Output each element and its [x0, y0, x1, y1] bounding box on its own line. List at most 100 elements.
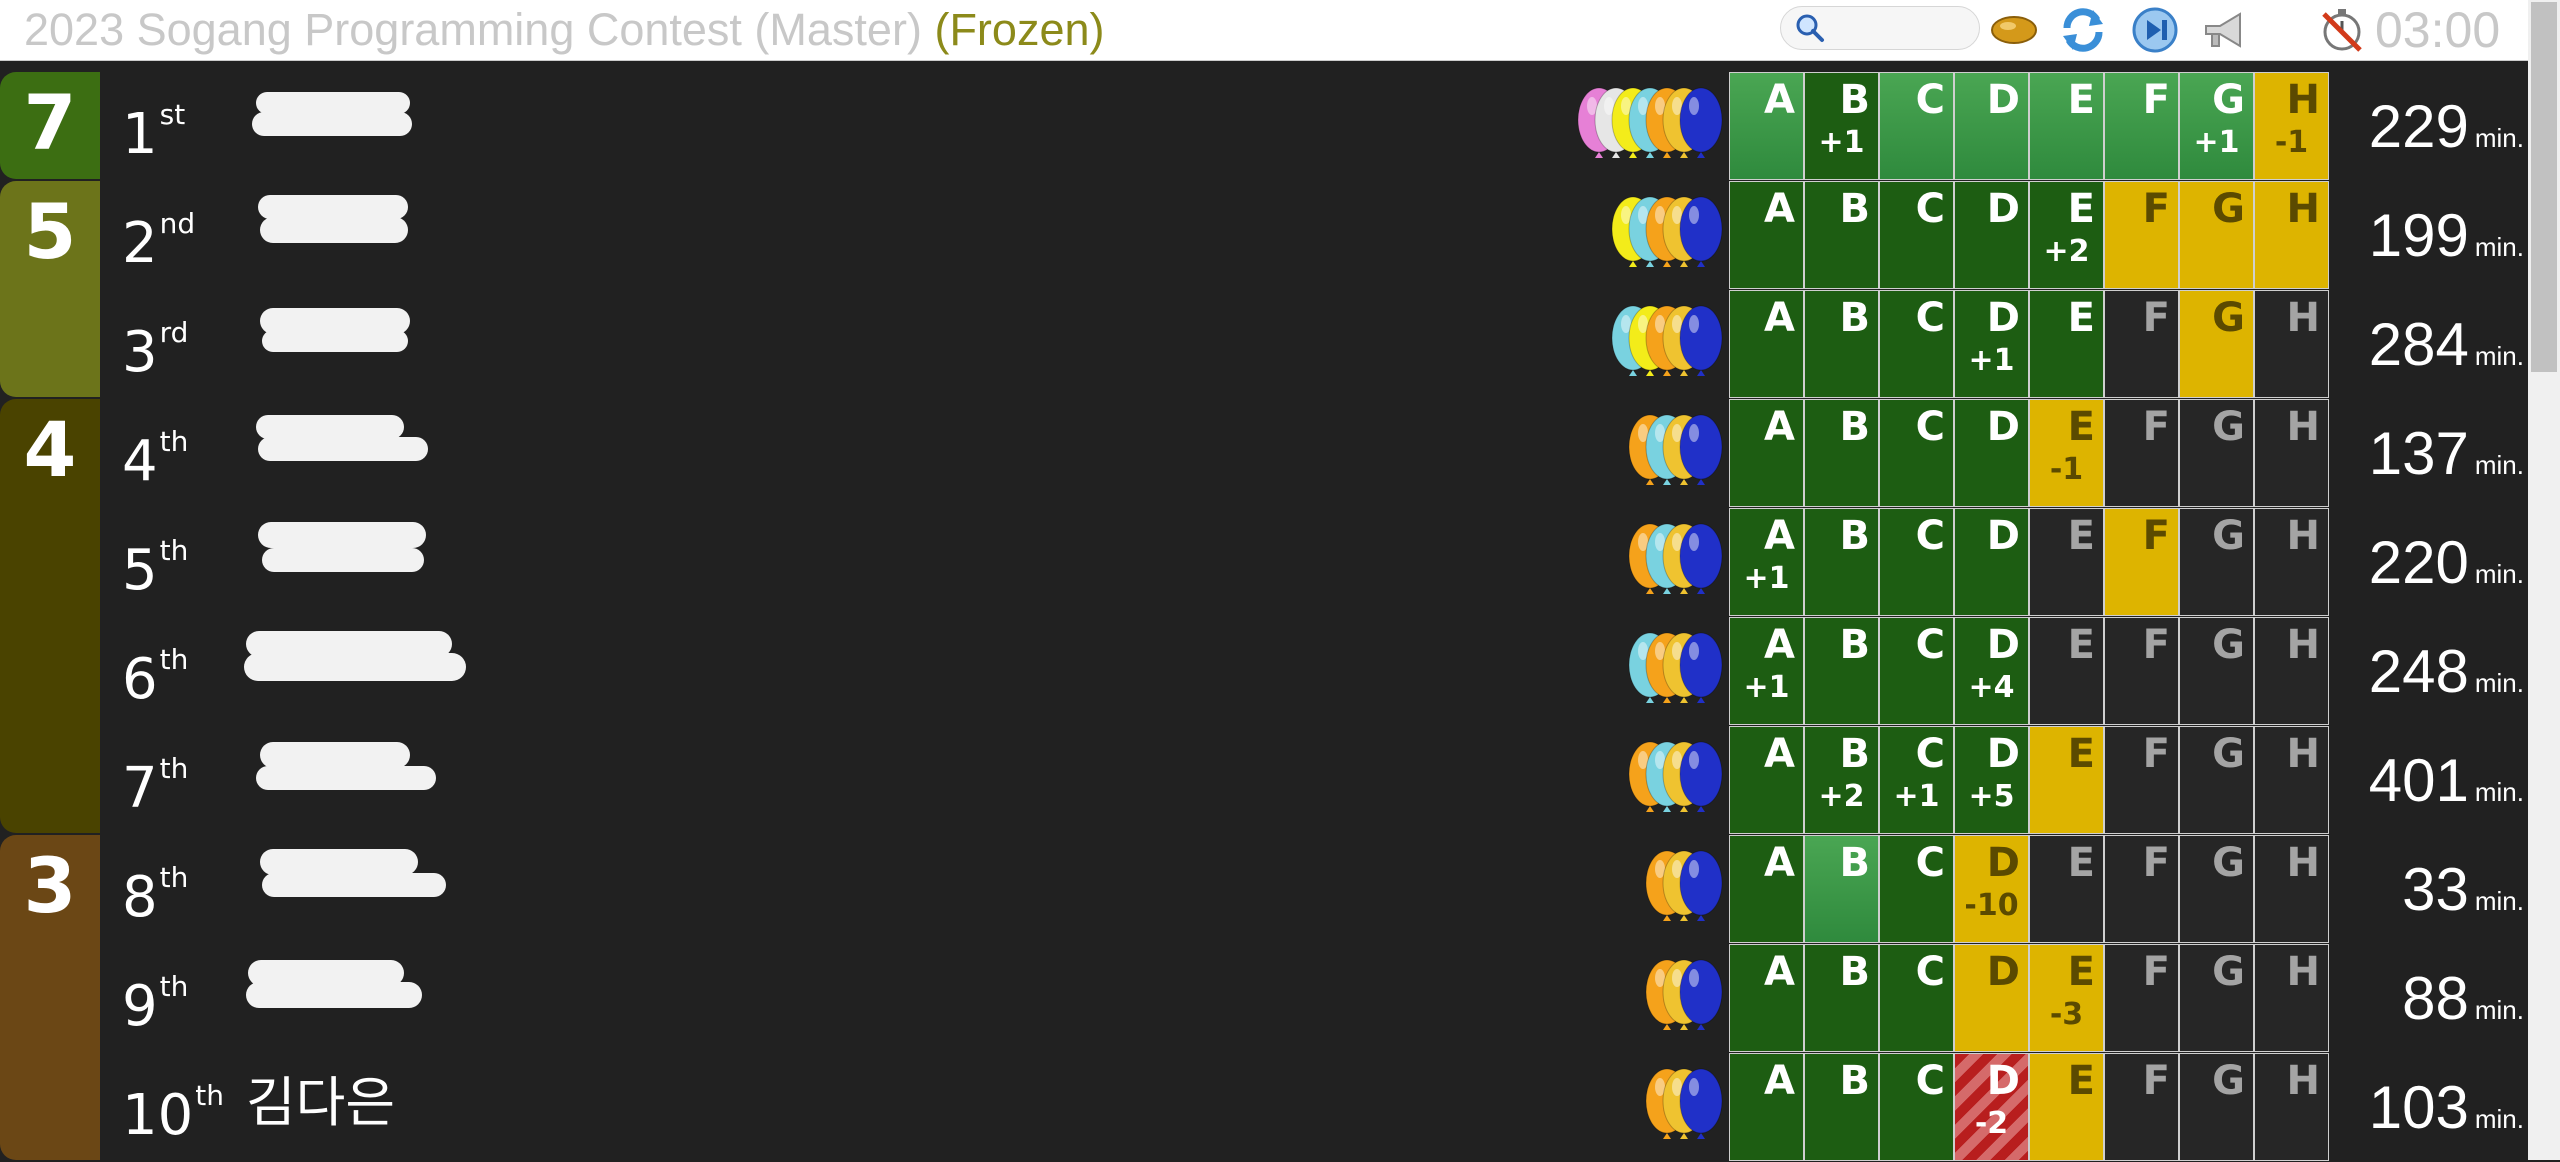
- problem-cell-d[interactable]: D: [1954, 181, 2029, 289]
- problem-cell-d[interactable]: D: [1954, 944, 2029, 1052]
- problem-cell-a[interactable]: A +1: [1729, 617, 1804, 725]
- problem-cell-b[interactable]: B: [1804, 508, 1879, 616]
- problem-cell-f[interactable]: F: [2104, 944, 2179, 1052]
- problem-cell-e[interactable]: E: [2029, 617, 2104, 725]
- problem-cell-f[interactable]: F: [2104, 399, 2179, 507]
- team-row[interactable]: 10th 김다은 A B C D -2 E F G H 103 min.: [0, 1053, 2528, 1162]
- problem-cell-c[interactable]: C: [1879, 399, 1954, 507]
- problem-cell-f[interactable]: F: [2104, 181, 2179, 289]
- problem-cell-b[interactable]: B +2: [1804, 726, 1879, 834]
- problem-cell-a[interactable]: A: [1729, 835, 1804, 943]
- problem-cell-c[interactable]: C: [1879, 944, 1954, 1052]
- team-row[interactable]: 8th A B C D -10 E F G H 33 min.: [0, 835, 2528, 944]
- problem-cell-d[interactable]: D: [1954, 399, 2029, 507]
- problem-cell-f[interactable]: F: [2104, 617, 2179, 725]
- problem-cell-a[interactable]: A: [1729, 399, 1804, 507]
- problem-cell-e[interactable]: E: [2029, 508, 2104, 616]
- problem-cell-h[interactable]: H: [2254, 508, 2329, 616]
- problem-cell-c[interactable]: C: [1879, 72, 1954, 180]
- problem-cell-g[interactable]: G: [2179, 399, 2254, 507]
- problem-cell-a[interactable]: A +1: [1729, 508, 1804, 616]
- problem-cell-h[interactable]: H: [2254, 290, 2329, 398]
- problem-cell-e[interactable]: E: [2029, 726, 2104, 834]
- team-row[interactable]: 3rd A B C D +1 E F G H 284 min.: [0, 290, 2528, 399]
- problem-cell-e[interactable]: E: [2029, 72, 2104, 180]
- problem-cell-a[interactable]: A: [1729, 181, 1804, 289]
- team-row[interactable]: 7th A B +2 C +1 D +5 E F G H 401 min.: [0, 726, 2528, 835]
- problem-cell-g[interactable]: G: [2179, 181, 2254, 289]
- problem-cell-b[interactable]: B +1: [1804, 72, 1879, 180]
- problem-letter: C: [1915, 186, 1945, 232]
- problem-cell-c[interactable]: C: [1879, 1053, 1954, 1161]
- problem-cell-f[interactable]: F: [2104, 290, 2179, 398]
- problem-cell-g[interactable]: G: [2179, 835, 2254, 943]
- problem-cell-f[interactable]: F: [2104, 1053, 2179, 1161]
- refresh-icon[interactable]: [2059, 6, 2107, 54]
- problem-cell-f[interactable]: F: [2104, 835, 2179, 943]
- team-row[interactable]: 4th A B C D E -1 F G H 137 min.: [0, 399, 2528, 508]
- problem-cell-b[interactable]: B: [1804, 835, 1879, 943]
- team-row[interactable]: 2nd A B C D E +2 F G H 199 min.: [0, 181, 2528, 290]
- problem-cell-h[interactable]: H: [2254, 1053, 2329, 1161]
- problem-cell-h[interactable]: H: [2254, 617, 2329, 725]
- search-input[interactable]: [1780, 6, 1980, 50]
- problem-cell-g[interactable]: G: [2179, 1053, 2254, 1161]
- problem-cell-a[interactable]: A: [1729, 726, 1804, 834]
- problem-cell-g[interactable]: G: [2179, 617, 2254, 725]
- skip-forward-icon[interactable]: [2131, 6, 2179, 54]
- team-row[interactable]: 5th A +1 B C D E F G H 220 min.: [0, 508, 2528, 617]
- problem-cell-a[interactable]: A: [1729, 1053, 1804, 1161]
- redacted-team-name: [244, 653, 466, 681]
- problem-cell-c[interactable]: C: [1879, 508, 1954, 616]
- problem-cell-h[interactable]: H: [2254, 944, 2329, 1052]
- problem-cell-c[interactable]: C: [1879, 617, 1954, 725]
- problem-cell-d[interactable]: D: [1954, 72, 2029, 180]
- problem-cell-c[interactable]: C +1: [1879, 726, 1954, 834]
- problem-cell-h[interactable]: H: [2254, 835, 2329, 943]
- problem-cell-e[interactable]: E -1: [2029, 399, 2104, 507]
- problem-cell-c[interactable]: C: [1879, 290, 1954, 398]
- problem-cell-c[interactable]: C: [1879, 835, 1954, 943]
- problem-cell-g[interactable]: G: [2179, 944, 2254, 1052]
- problem-cell-e[interactable]: E +2: [2029, 181, 2104, 289]
- problem-cell-b[interactable]: B: [1804, 181, 1879, 289]
- problem-cell-h[interactable]: H -1: [2254, 72, 2329, 180]
- team-row[interactable]: 9th A B C D E -3 F G H 88 min.: [0, 944, 2528, 1053]
- problem-cell-d[interactable]: D: [1954, 508, 2029, 616]
- problem-cell-d[interactable]: D +4: [1954, 617, 2029, 725]
- problem-cell-d[interactable]: D -2: [1954, 1053, 2029, 1161]
- problem-cell-a[interactable]: A: [1729, 290, 1804, 398]
- problem-cell-g[interactable]: G: [2179, 508, 2254, 616]
- megaphone-icon[interactable]: [2200, 6, 2248, 54]
- problem-cell-d[interactable]: D +5: [1954, 726, 2029, 834]
- team-row[interactable]: 1st A B +1 C D E F G +1 H -1 229 min.: [0, 72, 2528, 181]
- balloon-icon[interactable]: [1990, 6, 2038, 54]
- problem-letter: F: [2142, 295, 2170, 341]
- problem-cell-a[interactable]: A: [1729, 944, 1804, 1052]
- problem-cell-h[interactable]: H: [2254, 181, 2329, 289]
- problem-cell-b[interactable]: B: [1804, 944, 1879, 1052]
- problem-cell-h[interactable]: H: [2254, 399, 2329, 507]
- problem-cell-e[interactable]: E -3: [2029, 944, 2104, 1052]
- problem-cell-b[interactable]: B: [1804, 617, 1879, 725]
- problem-cell-h[interactable]: H: [2254, 726, 2329, 834]
- problem-cell-e[interactable]: E: [2029, 1053, 2104, 1161]
- problem-cell-d[interactable]: D +1: [1954, 290, 2029, 398]
- timer-off-icon[interactable]: [2318, 6, 2366, 54]
- problem-cell-b[interactable]: B: [1804, 290, 1879, 398]
- problem-cell-d[interactable]: D -10: [1954, 835, 2029, 943]
- problem-cell-e[interactable]: E: [2029, 835, 2104, 943]
- problem-cell-b[interactable]: B: [1804, 399, 1879, 507]
- problem-cell-f[interactable]: F: [2104, 726, 2179, 834]
- problem-cell-f[interactable]: F: [2104, 508, 2179, 616]
- scrollbar-thumb[interactable]: [2531, 2, 2557, 372]
- problem-cell-a[interactable]: A: [1729, 72, 1804, 180]
- problem-cell-f[interactable]: F: [2104, 72, 2179, 180]
- problem-cell-e[interactable]: E: [2029, 290, 2104, 398]
- team-row[interactable]: 6th A +1 B C D +4 E F G H 248 min.: [0, 617, 2528, 726]
- problem-cell-g[interactable]: G: [2179, 726, 2254, 834]
- problem-cell-g[interactable]: G +1: [2179, 72, 2254, 180]
- problem-cell-g[interactable]: G: [2179, 290, 2254, 398]
- problem-cell-c[interactable]: C: [1879, 181, 1954, 289]
- problem-cell-b[interactable]: B: [1804, 1053, 1879, 1161]
